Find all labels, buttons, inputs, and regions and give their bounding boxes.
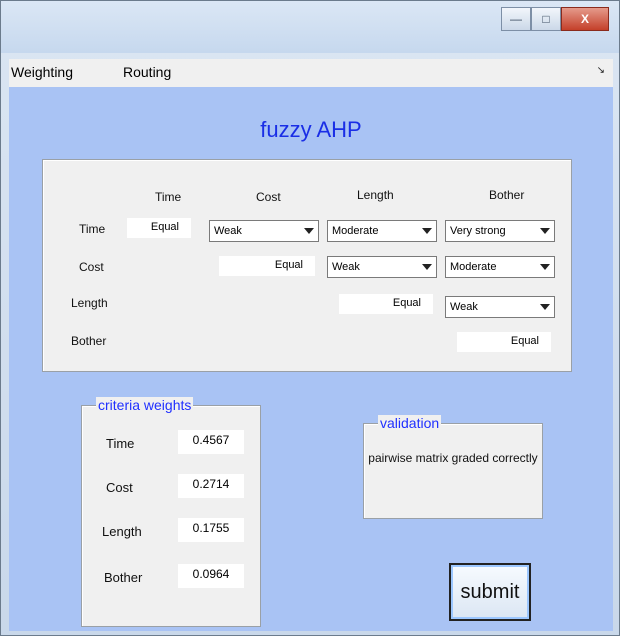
app-window: — □ X Weighting Routing ↘ fuzzy AHP Time… — [0, 0, 620, 636]
select-length-bother[interactable]: Weak — [445, 296, 555, 318]
weight-value-cost: 0.2714 — [178, 474, 244, 498]
select-time-cost[interactable]: Weak — [209, 220, 319, 242]
col-header-bother: Bother — [489, 188, 525, 202]
pairwise-matrix-panel: Time Cost Length Bother Time Cost Length… — [42, 159, 572, 372]
row-label-bother: Bother — [71, 334, 107, 348]
validation-message: pairwise matrix graded correctly — [368, 451, 538, 465]
validation-legend: validation — [378, 415, 442, 431]
menu-bar: Weighting Routing ↘ — [9, 59, 613, 88]
diag-bother: Equal — [457, 332, 551, 352]
diag-cost: Equal — [219, 256, 315, 276]
weight-label-time: Time — [106, 436, 135, 451]
weight-value-length: 0.1755 — [178, 518, 244, 542]
weight-label-length: Length — [102, 524, 142, 539]
col-header-length: Length — [357, 188, 394, 202]
criteria-weights-panel: criteria weights Time 0.4567 Cost 0.2714… — [81, 397, 261, 627]
main-panel: fuzzy AHP Time Cost Length Bother Time C… — [9, 87, 613, 631]
row-label-cost: Cost — [79, 260, 104, 274]
submit-button[interactable]: submit — [449, 563, 531, 621]
validation-panel: validation pairwise matrix graded correc… — [363, 415, 543, 519]
maximize-button[interactable]: □ — [531, 7, 561, 31]
select-length-bother-value: Weak — [450, 301, 478, 313]
weight-value-time: 0.4567 — [178, 430, 244, 454]
select-time-bother-value: Very strong — [450, 225, 506, 237]
criteria-weights-legend: criteria weights — [96, 397, 194, 413]
menu-weighting[interactable]: Weighting — [11, 64, 73, 80]
row-label-time: Time — [79, 222, 106, 236]
col-header-time: Time — [155, 190, 182, 204]
diag-length: Equal — [339, 294, 433, 314]
select-cost-length-value: Weak — [332, 261, 360, 273]
chevron-down-icon — [540, 304, 550, 310]
select-time-cost-value: Weak — [214, 225, 242, 237]
select-time-length[interactable]: Moderate — [327, 220, 437, 242]
weight-value-bother: 0.0964 — [178, 564, 244, 588]
diag-time: Equal — [127, 218, 191, 238]
window-controls: — □ X — [501, 7, 609, 31]
select-time-bother[interactable]: Very strong — [445, 220, 555, 242]
weight-label-cost: Cost — [106, 480, 133, 495]
select-time-length-value: Moderate — [332, 225, 379, 237]
weight-label-bother: Bother — [104, 570, 143, 585]
menu-routing[interactable]: Routing — [123, 64, 171, 80]
select-cost-length[interactable]: Weak — [327, 256, 437, 278]
title-bar: — □ X — [1, 1, 619, 53]
chevron-down-icon — [304, 228, 314, 234]
chevron-down-icon — [540, 264, 550, 270]
page-title: fuzzy AHP — [260, 117, 362, 142]
chevron-down-icon — [422, 264, 432, 270]
row-label-length: Length — [71, 296, 108, 310]
menu-overflow-icon[interactable]: ↘ — [597, 65, 605, 76]
chevron-down-icon — [540, 228, 550, 234]
select-cost-bother[interactable]: Moderate — [445, 256, 555, 278]
minimize-button[interactable]: — — [501, 7, 531, 31]
select-cost-bother-value: Moderate — [450, 261, 497, 273]
chevron-down-icon — [422, 228, 432, 234]
close-button[interactable]: X — [561, 7, 609, 31]
col-header-cost: Cost — [256, 190, 281, 204]
